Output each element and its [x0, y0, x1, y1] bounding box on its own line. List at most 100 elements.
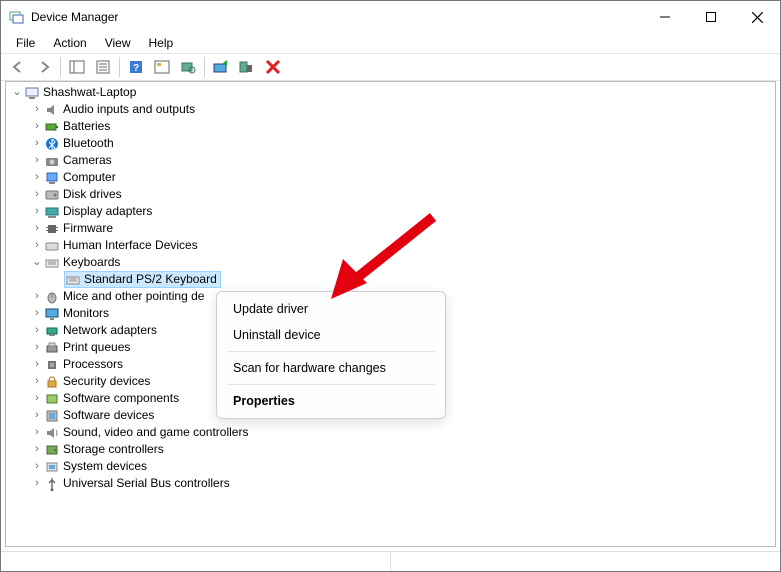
- uninstall-toolbar-button[interactable]: [235, 56, 259, 78]
- help-toolbar-button[interactable]: ?: [124, 56, 148, 78]
- close-button[interactable]: [734, 1, 780, 33]
- maximize-button[interactable]: [688, 1, 734, 33]
- tree-item-audio[interactable]: › Audio inputs and outputs: [6, 101, 775, 118]
- menu-view[interactable]: View: [96, 34, 140, 52]
- chevron-right-icon[interactable]: ›: [30, 305, 44, 322]
- tree-item-storage[interactable]: ›Storage controllers: [6, 441, 775, 458]
- system-icon: [44, 459, 60, 475]
- chevron-right-icon[interactable]: ›: [30, 356, 44, 373]
- tree-label: Disk drives: [63, 186, 122, 203]
- chevron-right-icon[interactable]: ›: [30, 407, 44, 424]
- tree-label: Monitors: [63, 305, 109, 322]
- update-driver-toolbar-button[interactable]: [209, 56, 233, 78]
- show-hide-tree-button[interactable]: [65, 56, 89, 78]
- scan-toolbar-button[interactable]: [176, 56, 200, 78]
- chevron-right-icon[interactable]: ›: [30, 390, 44, 407]
- tree-item-keyboards[interactable]: ⌄Keyboards: [6, 254, 775, 271]
- chevron-down-icon[interactable]: ⌄: [30, 254, 44, 271]
- status-pane-left: [1, 552, 391, 571]
- tree-item-disk-drives[interactable]: › Disk drives: [6, 186, 775, 203]
- tree-label: Print queues: [63, 339, 130, 356]
- chevron-right-icon[interactable]: ›: [30, 339, 44, 356]
- software-icon: [44, 408, 60, 424]
- chevron-right-icon[interactable]: ›: [30, 237, 44, 254]
- printer-icon: [44, 340, 60, 356]
- tree-label: System devices: [63, 458, 147, 475]
- ctx-scan[interactable]: Scan for hardware changes: [217, 355, 445, 381]
- chevron-right-icon[interactable]: ›: [30, 373, 44, 390]
- tree-item-system[interactable]: › System devices: [6, 458, 775, 475]
- status-pane-right: [391, 552, 780, 571]
- back-button[interactable]: [6, 56, 30, 78]
- forward-button[interactable]: [32, 56, 56, 78]
- sound-icon: [44, 425, 60, 441]
- tree-item-firmware[interactable]: › Firmware: [6, 220, 775, 237]
- ctx-separator: [227, 384, 435, 385]
- chevron-right-icon[interactable]: ›: [30, 288, 44, 305]
- desktop-icon: [44, 170, 60, 186]
- mouse-icon: [44, 289, 60, 305]
- action-toolbar-button[interactable]: [150, 56, 174, 78]
- menu-bar: File Action View Help: [1, 33, 780, 53]
- tree-label: Universal Serial Bus controllers: [63, 475, 230, 492]
- component-icon: [44, 391, 60, 407]
- chevron-right-icon[interactable]: ›: [30, 101, 44, 118]
- menu-file[interactable]: File: [7, 34, 44, 52]
- window-controls: [642, 1, 780, 33]
- chevron-right-icon[interactable]: ›: [30, 203, 44, 220]
- tree-label: Standard PS/2 Keyboard: [84, 271, 217, 288]
- minimize-button[interactable]: [642, 1, 688, 33]
- chevron-right-icon[interactable]: ›: [30, 135, 44, 152]
- firmware-icon: [44, 221, 60, 237]
- computer-icon: [24, 85, 40, 101]
- chevron-right-icon[interactable]: ›: [30, 441, 44, 458]
- tree-item-usb[interactable]: › Universal Serial Bus controllers: [6, 475, 775, 492]
- menu-help[interactable]: Help: [140, 34, 183, 52]
- menu-action[interactable]: Action: [44, 34, 95, 52]
- properties-toolbar-button[interactable]: [91, 56, 115, 78]
- chevron-right-icon[interactable]: ›: [30, 169, 44, 186]
- tree-label: Software devices: [63, 407, 154, 424]
- ctx-properties[interactable]: Properties: [217, 388, 445, 414]
- battery-icon: [44, 119, 60, 135]
- tree-item-sound[interactable]: ›Sound, video and game controllers: [6, 424, 775, 441]
- tree-item-cameras[interactable]: ›Cameras: [6, 152, 775, 169]
- hid-icon: [44, 238, 60, 254]
- chevron-right-icon[interactable]: ›: [30, 118, 44, 135]
- chevron-right-icon[interactable]: ›: [30, 322, 44, 339]
- status-bar: [1, 551, 780, 571]
- tree-item-batteries[interactable]: ›Batteries: [6, 118, 775, 135]
- tree-label: Audio inputs and outputs: [63, 101, 195, 118]
- chevron-right-icon[interactable]: ›: [30, 220, 44, 237]
- tree-label: Processors: [63, 356, 123, 373]
- tree-label: Software components: [63, 390, 179, 407]
- svg-text:?: ?: [133, 63, 139, 74]
- chevron-right-icon[interactable]: ›: [30, 186, 44, 203]
- chevron-right-icon[interactable]: ›: [30, 475, 44, 492]
- ctx-uninstall[interactable]: Uninstall device: [217, 322, 445, 348]
- bluetooth-icon: [44, 136, 60, 152]
- app-icon: [9, 9, 25, 25]
- chevron-right-icon[interactable]: ›: [30, 152, 44, 169]
- tree-label: Firmware: [63, 220, 113, 237]
- device-tree[interactable]: ⌄ Shashwat-Laptop › Audio inputs and outp…: [6, 82, 775, 494]
- tree-item-hid[interactable]: ›Human Interface Devices: [6, 237, 775, 254]
- cpu-icon: [44, 357, 60, 373]
- ctx-separator: [227, 351, 435, 352]
- tree-label: Computer: [63, 169, 116, 186]
- tree-item-display[interactable]: ›Display adapters: [6, 203, 775, 220]
- tree-item-standard-keyboard[interactable]: Standard PS/2 Keyboard: [6, 271, 775, 288]
- delete-toolbar-button[interactable]: [261, 56, 285, 78]
- tree-label: Shashwat-Laptop: [43, 84, 136, 101]
- storage-icon: [44, 442, 60, 458]
- window-title: Device Manager: [31, 10, 642, 24]
- tree-item-bluetooth[interactable]: ›Bluetooth: [6, 135, 775, 152]
- chevron-down-icon[interactable]: ⌄: [10, 84, 24, 101]
- ctx-update-driver[interactable]: Update driver: [217, 296, 445, 322]
- tree-item-computer[interactable]: › Computer: [6, 169, 775, 186]
- tree-label: Security devices: [63, 373, 150, 390]
- chevron-right-icon[interactable]: ›: [30, 424, 44, 441]
- chevron-right-icon[interactable]: ›: [30, 458, 44, 475]
- tree-root[interactable]: ⌄ Shashwat-Laptop: [6, 84, 775, 101]
- network-icon: [44, 323, 60, 339]
